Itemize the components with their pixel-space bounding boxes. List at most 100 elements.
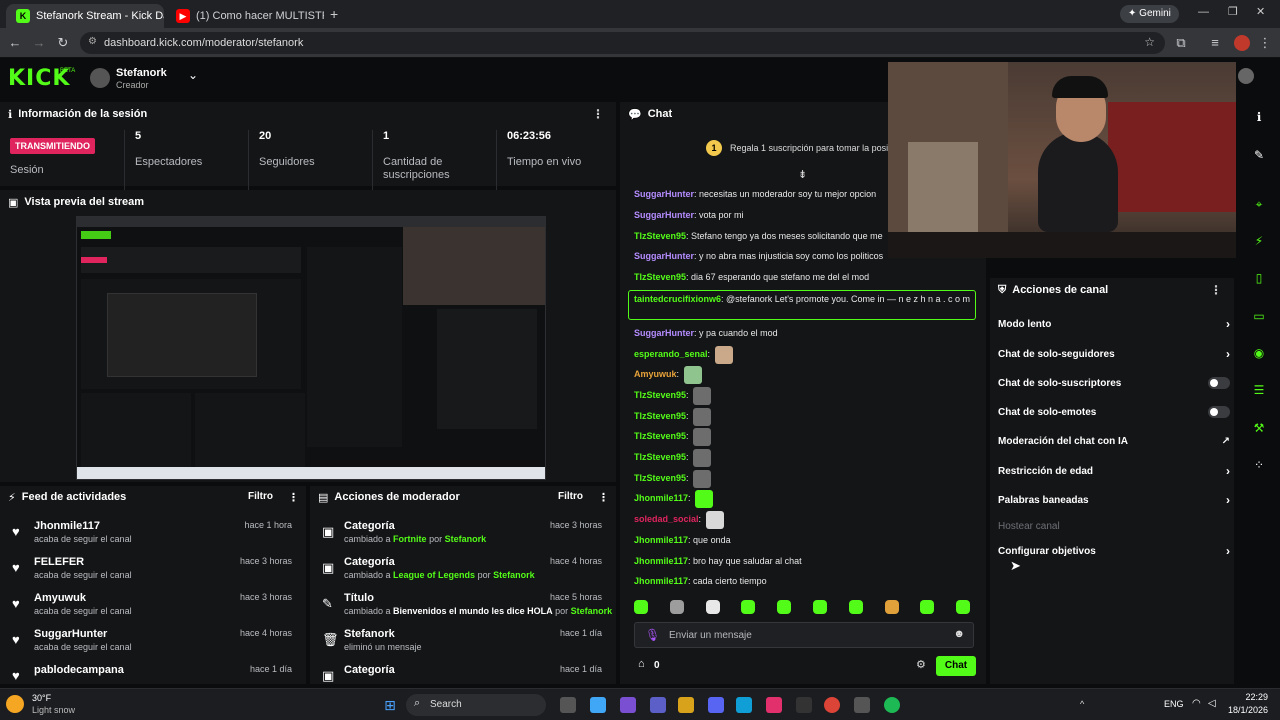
chat-username[interactable]: Amyuwuk — [634, 369, 677, 379]
minimize-icon[interactable]: — — [1198, 6, 1209, 18]
chat-message[interactable]: TlzSteven95: — [634, 469, 712, 488]
more-options-icon[interactable]: ⋮ — [288, 491, 299, 504]
chat-message[interactable]: TlzSteven95: Stefano tengo ya dos meses … — [634, 227, 883, 245]
list-item[interactable]: ♥ pablodecampana hace 1 día — [0, 664, 306, 684]
chat-message[interactable]: TlzSteven95: — [634, 386, 712, 405]
chat-username[interactable]: TlzSteven95 — [634, 473, 686, 483]
list-item[interactable]: 🗑 Stefanork eliminó un mensaje hace 1 dí… — [310, 628, 616, 664]
chat-username[interactable]: TlzSteven95 — [634, 431, 686, 441]
chrome-icon[interactable] — [824, 697, 840, 713]
broadcast-icon[interactable]: ◉ — [1250, 344, 1268, 362]
volume-icon[interactable]: ◁ — [1208, 698, 1216, 709]
list-icon[interactable]: ☰ — [1250, 381, 1268, 399]
slow-mode-item[interactable]: Modo lento › — [998, 312, 1230, 336]
teams-icon[interactable] — [650, 697, 666, 713]
edge-icon[interactable] — [736, 697, 752, 713]
chat-username[interactable]: TlzSteven95 — [634, 272, 686, 282]
discord-icon[interactable] — [708, 697, 724, 713]
chat-message[interactable]: TlzSteven95: — [634, 407, 712, 426]
instagram-icon[interactable] — [766, 697, 782, 713]
banned-words-item[interactable]: Palabras baneadas › — [998, 488, 1230, 512]
chat-message[interactable]: TlzSteven95: — [634, 427, 712, 446]
scroll-down-icon[interactable]: ⇟ — [798, 168, 807, 181]
list-item[interactable]: ✎ Título cambiado a Bienvenidos el mundo… — [310, 592, 616, 628]
reload-icon[interactable]: ↻ — [54, 34, 72, 52]
chat-username[interactable]: SuggarHunter — [634, 189, 694, 199]
gemini-button[interactable]: ✦ Gemini — [1120, 5, 1179, 23]
bank-icon[interactable]: ⌂ — [638, 658, 645, 670]
subscribers-only-item[interactable]: Chat de solo-suscriptores — [998, 371, 1230, 395]
chat-icon[interactable]: ▭ — [1250, 307, 1268, 325]
chat-settings-gear-icon[interactable]: ⚙ — [916, 658, 926, 671]
chat-username[interactable]: TlzSteven95 — [634, 231, 686, 241]
list-item[interactable]: ▣ Categoría cambiado a Fortnite por Stef… — [310, 520, 616, 556]
list-item[interactable]: ♥ Jhonmile117 acaba de seguir el canal h… — [0, 520, 306, 556]
spotify-icon[interactable] — [884, 697, 900, 713]
emotes-only-toggle[interactable] — [1208, 406, 1230, 418]
stream-preview-video[interactable] — [76, 216, 546, 480]
media-icon[interactable]: ≡ — [1206, 34, 1224, 52]
wrench-icon[interactable]: ⚒ — [1250, 419, 1268, 437]
chat-username[interactable]: TlzSteven95 — [634, 411, 686, 421]
search-box[interactable]: ⌕ Search — [406, 694, 546, 716]
app-icon[interactable] — [620, 697, 636, 713]
obs-icon[interactable] — [796, 697, 812, 713]
chat-message[interactable]: TlzSteven95: dia 67 esperando que stefan… — [634, 268, 869, 286]
pencil-icon[interactable]: ✎ — [1250, 146, 1268, 164]
chat-username[interactable]: taintedcrucifixionw6 — [634, 294, 721, 304]
chat-username[interactable]: SuggarHunter — [634, 328, 694, 338]
chat-username[interactable]: esperando_senal — [634, 349, 708, 359]
more-options-icon[interactable]: ⋮ — [592, 107, 604, 121]
clock-date[interactable]: 18/1/2026 — [1222, 705, 1268, 715]
chat-message[interactable]: SuggarHunter: necesitas un moderador soy… — [634, 185, 876, 203]
bolt-icon[interactable]: ⚡ — [1250, 232, 1268, 250]
url-field[interactable]: ⚙ dashboard.kick.com/moderator/stefanork… — [80, 32, 1165, 54]
close-window-icon[interactable]: ✕ — [1256, 5, 1265, 18]
quick-emote-icon[interactable] — [884, 600, 899, 614]
avatar[interactable] — [1238, 68, 1254, 84]
browser-menu-icon[interactable]: ⋮ — [1256, 34, 1274, 52]
chat-username[interactable]: soledad_social — [634, 514, 699, 524]
more-options-icon[interactable]: ⋮ — [598, 491, 609, 504]
quick-emote-icon[interactable] — [848, 600, 863, 614]
subscribers-only-toggle[interactable] — [1208, 377, 1230, 389]
new-tab-icon[interactable]: + — [330, 6, 338, 22]
chat-message[interactable]: Jhonmile117: que onda — [634, 531, 731, 549]
chat-username[interactable]: Jhonmile117 — [634, 556, 688, 566]
chevron-down-icon[interactable]: ⌄ — [188, 68, 198, 82]
quick-emote-icon[interactable] — [741, 600, 756, 614]
quick-emote-icon[interactable] — [705, 600, 720, 614]
filter-button[interactable]: Filtro — [248, 491, 273, 502]
chat-input-field[interactable]: 🎙 Enviar un mensaje ☻ — [634, 622, 974, 648]
wifi-icon[interactable]: ◠ — [1192, 698, 1201, 709]
chat-username[interactable]: Jhonmile117 — [634, 493, 688, 503]
site-info-icon[interactable]: ⚙ — [88, 36, 97, 47]
age-restriction-item[interactable]: Restricción de edad › — [998, 459, 1230, 483]
chat-username[interactable]: TlzSteven95 — [634, 452, 686, 462]
tray-chevron-icon[interactable]: ^ — [1080, 699, 1084, 709]
chat-username[interactable]: Jhonmile117 — [634, 576, 688, 586]
quick-emote-icon[interactable] — [813, 600, 827, 614]
extension-icon[interactable]: ⧉ — [1172, 34, 1190, 52]
chat-username[interactable]: SuggarHunter — [634, 251, 694, 261]
more-options-icon[interactable]: ⋮ — [1210, 283, 1222, 297]
language-indicator[interactable]: ENG — [1164, 699, 1184, 709]
windows-start-icon[interactable]: ⊞ — [382, 697, 398, 713]
chat-message[interactable]: SuggarHunter: y pa cuando el mod — [634, 324, 778, 342]
file-explorer-icon[interactable] — [678, 697, 694, 713]
task-view-icon[interactable] — [560, 697, 576, 713]
profile-avatar[interactable] — [1234, 35, 1250, 51]
chat-message[interactable]: Jhonmile117: cada cierto tiempo — [634, 572, 767, 590]
info-icon[interactable]: ℹ — [1250, 108, 1268, 126]
list-item[interactable]: ♥ FELEFER acaba de seguir el canal hace … — [0, 556, 306, 592]
tablet-icon[interactable]: ▯ — [1250, 269, 1268, 287]
list-item[interactable]: ♥ SuggarHunter acaba de seguir el canal … — [0, 628, 306, 664]
back-icon[interactable]: ← — [6, 34, 24, 52]
list-item[interactable]: ▣ Categoría cambiado a League of Legends… — [310, 556, 616, 592]
quick-emote-icon[interactable] — [956, 600, 971, 614]
maximize-icon[interactable]: ❐ — [1228, 5, 1238, 18]
chat-message[interactable]: Amyuwuk: — [634, 365, 702, 384]
chat-message[interactable]: SuggarHunter: vota por mi — [634, 206, 744, 224]
chat-message[interactable]: SuggarHunter: y no abra mas injusticia s… — [634, 247, 883, 265]
list-item[interactable]: ▣ Categoría hace 1 día — [310, 664, 616, 684]
